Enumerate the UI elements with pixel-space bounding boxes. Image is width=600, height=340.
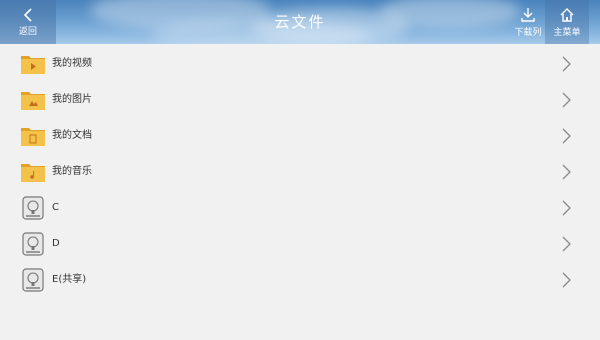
top-bar: 返回 云文件 下载列 主菜单	[0, 0, 600, 44]
chevron-right-icon	[562, 164, 571, 180]
list-item-label: 我的图片	[52, 94, 92, 105]
back-label: 返回	[18, 26, 37, 37]
list-item-music[interactable]: 我的音乐	[0, 154, 600, 190]
hard-drive-icon	[22, 232, 44, 256]
download-list-button[interactable]: 下载列	[508, 0, 548, 44]
document-folder-icon	[21, 128, 45, 146]
back-arrow-icon	[23, 7, 32, 22]
list-item-drive-e-shared[interactable]: E(共享)	[0, 262, 600, 298]
download-icon	[521, 7, 535, 22]
download-label: 下载列	[514, 27, 542, 38]
list-item-label: D	[52, 238, 60, 249]
chevron-right-icon	[562, 200, 571, 216]
list-item-label: 我的音乐	[52, 166, 92, 177]
list-item-label: E(共享)	[52, 274, 87, 285]
chevron-right-icon	[562, 128, 571, 144]
home-menu-button[interactable]: 主菜单	[545, 0, 589, 44]
page-title: 云文件	[274, 13, 326, 31]
list-item-drive-c[interactable]: C	[0, 190, 600, 226]
list-item-images[interactable]: 我的图片	[0, 82, 600, 118]
back-button[interactable]: 返回	[0, 0, 56, 44]
video-folder-icon	[21, 56, 45, 74]
chevron-right-icon	[562, 236, 571, 252]
image-folder-icon	[21, 92, 45, 110]
list-item-documents[interactable]: 我的文档	[0, 118, 600, 154]
home-label: 主菜单	[553, 27, 581, 38]
chevron-right-icon	[562, 272, 571, 288]
file-list: 我的视频 我的图片 我的文档 我的音乐 C D E(共享)	[0, 46, 600, 298]
music-folder-icon	[21, 164, 45, 182]
list-item-videos[interactable]: 我的视频	[0, 46, 600, 82]
list-item-label: C	[52, 202, 59, 213]
hard-drive-icon	[22, 196, 44, 220]
hard-drive-icon	[22, 268, 44, 292]
list-item-drive-d[interactable]: D	[0, 226, 600, 262]
home-icon	[560, 7, 574, 22]
list-item-label: 我的文档	[52, 130, 92, 141]
list-item-label: 我的视频	[52, 58, 92, 69]
chevron-right-icon	[562, 56, 571, 72]
chevron-right-icon	[562, 92, 571, 108]
